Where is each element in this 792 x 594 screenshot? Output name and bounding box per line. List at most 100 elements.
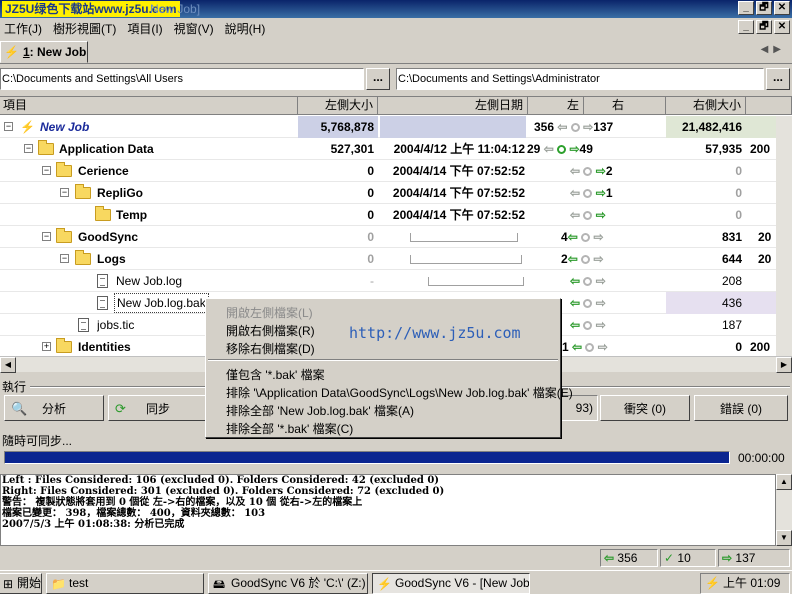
tree-row-logs[interactable]: − Logs 0 2⇦ ⇨ 644 20 bbox=[0, 248, 792, 270]
menu-open-left-file[interactable]: 開啟左側檔案(L) bbox=[226, 304, 313, 321]
tree-row-goodsync[interactable]: − GoodSync 0 4⇦ ⇨ 831 20 bbox=[0, 226, 792, 248]
left-date-placeholder bbox=[410, 226, 520, 248]
right-size-cell: 0 bbox=[735, 340, 742, 354]
row-name: Temp bbox=[116, 208, 148, 222]
goodsync-bolt-icon: ⚡ bbox=[377, 577, 392, 591]
menu-separator bbox=[208, 359, 558, 361]
mdi-restore-button[interactable]: 🗗 bbox=[756, 20, 772, 34]
close-button[interactable]: ✕ bbox=[774, 1, 790, 15]
left-size-cell: 527,301 bbox=[330, 142, 374, 156]
menu-exclude-all-named[interactable]: 排除全部 'New Job.log.bak' 檔案(A) bbox=[226, 402, 414, 419]
menu-bar: 工作(J) 樹形視圖(T) 項目(I) 視窗(V) 說明(H) _ 🗗 ✕ bbox=[0, 18, 792, 38]
left-size-cell: 0 bbox=[367, 230, 374, 244]
taskbar: ⊞ 開始 📁 test 🖴 GoodSync V6 於 'C:\' (Z:) ⚡ Goo… bbox=[0, 570, 792, 594]
log-scrollbar[interactable]: ▲ ▼ bbox=[776, 474, 792, 546]
scroll-down-button[interactable]: ▼ bbox=[776, 530, 792, 546]
right-browse-button[interactable]: ... bbox=[766, 68, 790, 90]
left-count: 356 bbox=[534, 120, 555, 134]
context-menu: http://www.jz5u.com 開啟左側檔案(L) 開啟右側檔案(R) … bbox=[205, 298, 573, 438]
row-name: Application Data bbox=[59, 142, 154, 156]
collapse-toggle[interactable]: − bbox=[60, 188, 69, 197]
conflict-button[interactable]: 衝突 (0) bbox=[600, 395, 690, 421]
menu-window[interactable]: 視窗(V) bbox=[170, 20, 221, 37]
analyze-label: 分析 bbox=[41, 401, 66, 416]
minimize-button[interactable]: _ bbox=[738, 1, 754, 15]
scroll-left-button[interactable]: ◀ bbox=[0, 357, 16, 373]
right-count: 1 bbox=[605, 186, 613, 200]
tab-index: 1 bbox=[22, 45, 30, 59]
folder-icon bbox=[95, 206, 111, 221]
mdi-minimize-button[interactable]: _ bbox=[738, 20, 754, 34]
col-extra[interactable] bbox=[746, 97, 792, 115]
menu-help[interactable]: 說明(H) bbox=[221, 20, 273, 37]
menu-open-right-file[interactable]: 開啟右側檔案(R) bbox=[226, 322, 315, 339]
right-size-cell: 208 bbox=[721, 274, 742, 288]
sync-status-cell: 2⇦ ⇨ bbox=[561, 248, 671, 270]
menu-remove-right-file[interactable]: 移除右側檔案(D) bbox=[226, 340, 315, 357]
check-icon: ✓ bbox=[664, 551, 675, 565]
left-size-cell: 0 bbox=[367, 252, 374, 266]
restore-button[interactable]: 🗗 bbox=[756, 1, 772, 15]
start-button[interactable]: ⊞ 開始 bbox=[0, 573, 42, 594]
scroll-right-button[interactable]: ▶ bbox=[776, 357, 792, 373]
tree-row-application-data[interactable]: − Application Data 527,301 2004/4/12 上午 … bbox=[0, 138, 792, 160]
row-name: Cerience bbox=[78, 164, 129, 178]
left-date-placeholder bbox=[428, 270, 528, 292]
menu-job[interactable]: 工作(J) bbox=[0, 20, 49, 37]
scroll-up-button[interactable]: ▲ bbox=[776, 474, 792, 490]
col-left[interactable]: 左 bbox=[528, 97, 584, 115]
tree-row-cerience[interactable]: − Cerience 0 2004/4/14 下午 07:52:52 ⇦ ⇨2 … bbox=[0, 160, 792, 182]
equal-circle-icon bbox=[583, 211, 593, 220]
menu-exclude-this-file[interactable]: 排除 '\Application Data\GoodSync\Logs\New … bbox=[226, 384, 573, 401]
right-path-field[interactable]: C:\Documents and Settings\Administrator bbox=[396, 68, 764, 90]
tree-row-new-job-log[interactable]: New Job.log - ⇦ ⇨ 208 bbox=[0, 270, 792, 292]
col-right-size[interactable]: 右側大小 bbox=[666, 97, 746, 115]
left-date-cell: 2004/4/14 下午 07:52:52 bbox=[392, 186, 525, 200]
sync-button[interactable]: ⟳ 同步 bbox=[108, 395, 208, 421]
left-path-field[interactable]: C:\Documents and Settings\All Users bbox=[0, 68, 364, 90]
col-left-size[interactable]: 左側大小 bbox=[298, 97, 378, 115]
tree-row-temp[interactable]: Temp 0 2004/4/14 下午 07:52:52 ⇦ ⇨ 0 bbox=[0, 204, 792, 226]
error-button[interactable]: 錯誤 (0) bbox=[694, 395, 788, 421]
col-item[interactable]: 項目 bbox=[0, 97, 298, 115]
taskbar-item-goodsync-z[interactable]: 🖴 GoodSync V6 於 'C:\' (Z:) bbox=[208, 573, 368, 594]
grid-vertical-scrollbar[interactable] bbox=[776, 116, 792, 356]
extra-cell: 20 bbox=[758, 252, 772, 266]
row-name: RepliGo bbox=[97, 186, 144, 200]
mdi-close-button[interactable]: ✕ bbox=[774, 20, 790, 34]
progress-bar bbox=[4, 451, 730, 464]
collapse-toggle[interactable]: − bbox=[4, 122, 13, 131]
file-icon bbox=[97, 296, 108, 310]
menu-items[interactable]: 項目(I) bbox=[123, 20, 169, 37]
sync-status-cell: 1 ⇦ ⇨ bbox=[562, 336, 672, 356]
collapse-toggle[interactable]: − bbox=[24, 144, 33, 153]
tab-scroll-arrows[interactable]: ◀▶ bbox=[761, 44, 786, 55]
left-browse-button[interactable]: ... bbox=[366, 68, 390, 90]
menu-exclude-all-bak[interactable]: 排除全部 '*.bak' 檔案(C) bbox=[226, 420, 353, 437]
equal-panel: ✓ 10 bbox=[660, 549, 716, 567]
left-count: 4 bbox=[561, 230, 568, 244]
left-arrow-icon: ⇦ bbox=[567, 252, 578, 266]
taskbar-item-goodsync-newjob[interactable]: ⚡ GoodSync V6 - [New Job] bbox=[372, 573, 530, 594]
left-arrow-icon: ⇦ bbox=[543, 142, 554, 156]
col-right[interactable]: 右 bbox=[584, 97, 666, 115]
col-left-date[interactable]: 左側日期 bbox=[378, 97, 528, 115]
tray-goodsync-icon[interactable]: ⚡ bbox=[705, 574, 720, 593]
collapse-toggle[interactable]: − bbox=[42, 166, 51, 175]
taskbar-item-test[interactable]: 📁 test bbox=[46, 573, 204, 594]
tree-row-new-job[interactable]: − ⚡ New Job 5,768,878 356 ⇦ ⇨137 21,482,… bbox=[0, 116, 792, 138]
expand-toggle[interactable]: + bbox=[42, 342, 51, 351]
right-size-cell: 0 bbox=[735, 208, 742, 222]
analyze-button[interactable]: 🔍 分析 bbox=[4, 395, 104, 421]
menu-tree-view[interactable]: 樹形視圖(T) bbox=[49, 20, 123, 37]
window-title: New Job] bbox=[150, 2, 201, 16]
tab-new-job[interactable]: ⚡ 1: New Job bbox=[0, 41, 88, 63]
menu-include-bak[interactable]: 僅包含 '*.bak' 檔案 bbox=[226, 366, 325, 383]
sync-status-cell: ⇦ ⇨ bbox=[570, 204, 670, 226]
tree-row-repligo[interactable]: − RepliGo 0 2004/4/14 下午 07:52:52 ⇦ ⇨1 0 bbox=[0, 182, 792, 204]
exec-label: 執行 bbox=[2, 380, 27, 394]
status-text: 隨時可同步... bbox=[2, 434, 73, 448]
collapse-toggle[interactable]: − bbox=[42, 232, 51, 241]
collapse-toggle[interactable]: − bbox=[60, 254, 69, 263]
sync-status-cell: ⇦ ⇨1 bbox=[570, 182, 670, 204]
